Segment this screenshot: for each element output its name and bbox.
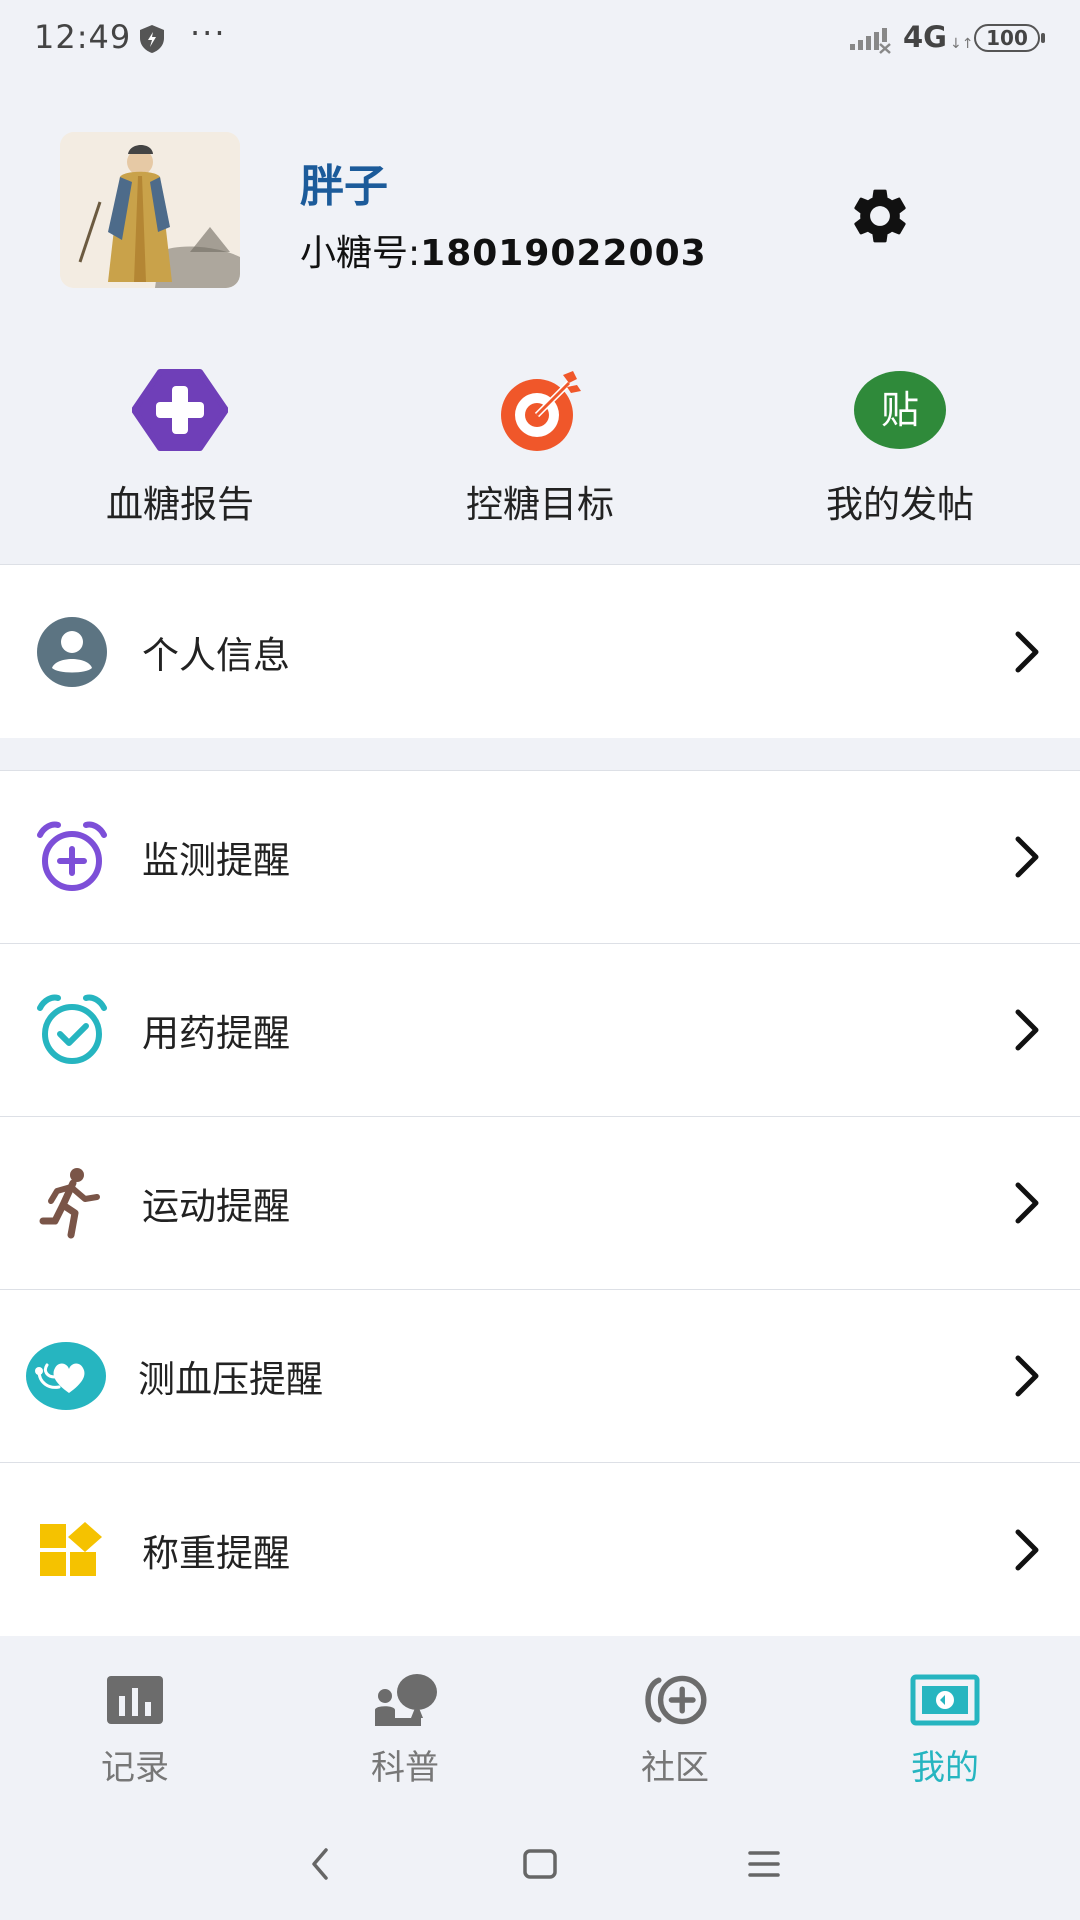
nav-records[interactable]: 记录	[0, 1646, 270, 1796]
runner-icon	[28, 1159, 116, 1247]
nav-mine[interactable]: 我的	[810, 1646, 1080, 1796]
qa-label: 控糖目标	[466, 483, 614, 526]
nav-label: 科普	[371, 1748, 439, 1788]
menu-icon	[748, 1851, 780, 1877]
menu-item-label: 用药提醒	[142, 1012, 290, 1055]
chevron-right-icon	[1015, 1355, 1039, 1397]
shield-icon	[140, 25, 164, 53]
chevron-right-icon	[1015, 631, 1039, 672]
nav-label: 记录	[101, 1748, 169, 1788]
nav-community[interactable]: 社区	[540, 1646, 810, 1796]
nav-label: 我的	[911, 1748, 979, 1788]
community-plus-icon	[639, 1668, 711, 1732]
medical-cross-icon	[130, 360, 230, 460]
user-id: 小糖号:18019022003	[300, 224, 707, 276]
chevron-right-icon	[1015, 1009, 1039, 1051]
username: 胖子	[300, 161, 388, 212]
menu-item-exercise-reminder[interactable]: 运动提醒	[0, 1117, 1080, 1290]
menu-item-label: 监测提醒	[142, 839, 290, 882]
menu-item-weight-reminder[interactable]: 称重提醒	[0, 1463, 1080, 1636]
menu-item-blood-pressure-reminder[interactable]: 测血压提醒	[0, 1290, 1080, 1463]
chevron-right-icon	[1015, 1529, 1039, 1570]
signal-icon	[850, 28, 891, 54]
profile-card-icon	[909, 1668, 981, 1732]
my-posts-button[interactable]: 贴 我的发帖	[720, 360, 1080, 560]
gear-icon	[854, 189, 906, 243]
recents-button[interactable]	[734, 1834, 794, 1894]
post-icon: 贴	[850, 360, 950, 460]
avatar[interactable]	[60, 132, 240, 288]
menu-group-personal: 个人信息	[0, 564, 1080, 738]
bar-chart-icon	[99, 1668, 171, 1732]
system-nav-bar	[0, 1810, 1080, 1920]
heart-pulse-icon	[22, 1332, 110, 1420]
avatar-image	[60, 132, 240, 288]
menu-item-label: 测血压提醒	[138, 1358, 323, 1401]
blood-sugar-report-button[interactable]: 血糖报告	[0, 360, 360, 560]
qa-label: 我的发帖	[826, 483, 974, 526]
network-arrows: ↓↑	[950, 36, 974, 52]
network-type: 4G	[903, 20, 947, 54]
menu-item-label: 称重提醒	[142, 1531, 290, 1575]
menu-item-monitor-reminder[interactable]: 监测提醒	[0, 771, 1080, 944]
reading-icon	[369, 1668, 441, 1732]
more-dots: ···	[190, 14, 227, 52]
status-bar: 12:49 ··· 4G ↓↑ 100	[0, 0, 1080, 78]
back-button[interactable]	[290, 1834, 350, 1894]
nav-science[interactable]: 科普	[270, 1646, 540, 1796]
menu-item-personal-info[interactable]: 个人信息	[0, 565, 1080, 738]
chevron-right-icon	[1015, 1182, 1039, 1224]
profile-header: 胖子 小糖号:18019022003	[0, 78, 1080, 348]
qa-label: 血糖报告	[106, 483, 254, 526]
blocks-icon	[28, 1506, 116, 1594]
user-icon	[28, 608, 116, 696]
back-icon	[312, 1848, 328, 1880]
nav-label: 社区	[641, 1748, 709, 1788]
menu-item-label: 运动提醒	[142, 1185, 290, 1228]
home-button[interactable]	[510, 1834, 570, 1894]
user-id-label: 小糖号:	[300, 233, 421, 274]
user-id-value: 18019022003	[420, 233, 707, 274]
alarm-check-icon	[28, 986, 116, 1074]
quick-actions: 血糖报告 控糖目标 贴 我的发帖	[0, 360, 1080, 560]
home-icon	[523, 1849, 557, 1879]
menu-item-label: 个人信息	[142, 633, 290, 677]
svg-text:贴: 贴	[881, 388, 919, 432]
settings-button[interactable]	[840, 176, 920, 256]
bottom-nav: 记录 科普 社区 我的	[0, 1646, 1080, 1796]
target-icon	[490, 360, 590, 460]
menu-item-medication-reminder[interactable]: 用药提醒	[0, 944, 1080, 1117]
status-time: 12:49	[34, 18, 132, 56]
chevron-right-icon	[1015, 836, 1039, 878]
menu-group-reminders: 监测提醒 用药提醒 运动提醒 测血压提醒 称重提醒	[0, 770, 1080, 1636]
sugar-goal-button[interactable]: 控糖目标	[360, 360, 720, 560]
alarm-plus-icon	[28, 813, 116, 901]
battery-icon: 100	[974, 24, 1045, 52]
